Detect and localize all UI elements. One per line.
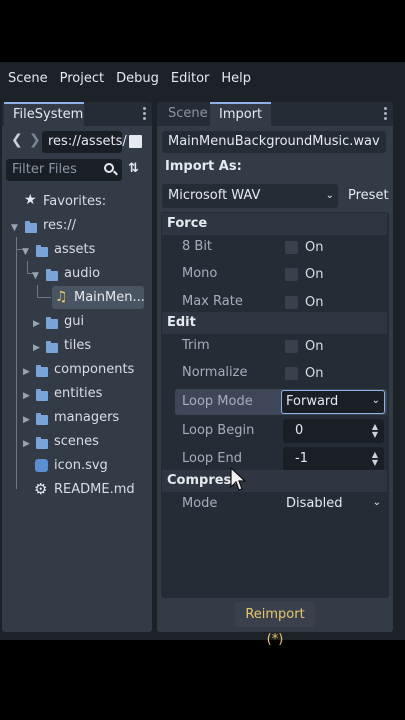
section-force[interactable]: Force [162,213,387,235]
tab-scene[interactable]: Scene [159,102,217,126]
tree-icon-file[interactable]: icon.svg [54,455,108,477]
prop-normalize-value: On [305,366,324,381]
root-expand-arrow[interactable]: ▼ [11,223,18,233]
menu-bar: Scene Project Debug Editor Help [0,68,259,90]
editor-window: Scene Project Debug Editor Help FileSyst… [0,62,405,647]
checkbox-8bit[interactable] [285,241,298,254]
chevron-down-icon: ⌄ [325,190,334,201]
loop-mode-select[interactable]: Forward ⌄ [281,390,385,414]
tree-guide [37,297,51,298]
tree-root[interactable]: res:// [43,215,76,237]
menu-editor[interactable]: Editor [167,68,213,90]
chevron-down-icon: ⌄ [371,395,380,406]
folder-icon [46,341,58,353]
tree-guide [27,261,28,273]
history-back-button[interactable]: ❮ [11,132,23,148]
tree-managers[interactable]: managers [54,407,119,429]
folder-icon [46,269,58,281]
prop-trim-label: Trim [182,338,210,353]
menu-project[interactable]: Project [56,68,108,90]
checkbox-mono[interactable] [285,268,298,281]
tree-selected-file[interactable]: MainMen... [74,287,145,309]
tree-readme-file[interactable]: README.md [54,479,135,501]
checkbox-maxrate[interactable] [285,296,298,309]
menu-scene[interactable]: Scene [0,68,52,90]
tree-guide [16,237,17,249]
scenes-expand-arrow[interactable]: ▶ [23,439,30,449]
loop-begin-spinbox[interactable]: 0 ▲ ▼ [283,419,384,443]
reimport-button[interactable]: Reimport (*) [235,602,315,647]
preset-button[interactable]: Preset [348,188,389,203]
menu-debug[interactable]: Debug [112,68,163,90]
filesystem-menu-icon[interactable] [143,107,147,122]
folder-icon [46,317,58,329]
gear-icon: ⚙ [34,480,48,498]
tree-audio[interactable]: audio [64,263,100,285]
loop-end-spinbox[interactable]: -1 ▲ ▼ [283,447,384,471]
import-filename: MainMenuBackgroundMusic.wav [162,131,386,153]
prop-8bit-label: 8 Bit [182,239,213,254]
tree-tiles[interactable]: tiles [64,335,91,357]
folder-icon [36,245,48,257]
tree-assets[interactable]: assets [54,239,95,261]
filter-placeholder: Filter Files [12,162,77,177]
folder-icon [25,221,37,233]
folder-icon [36,437,48,449]
prop-8bit-value: On [305,240,324,255]
tree-guide [16,237,17,489]
tree-gui[interactable]: gui [64,311,84,333]
import-menu-icon[interactable] [384,107,388,122]
prop-loopbegin-label: Loop Begin [182,423,255,438]
managers-expand-arrow[interactable]: ▶ [23,415,30,425]
tree-scenes[interactable]: scenes [54,431,99,453]
folder-icon [36,389,48,401]
checkbox-normalize[interactable] [285,367,298,380]
prop-mode-label: Mode [182,496,218,511]
loop-end-value: -1 [295,451,308,466]
star-icon: ★ [24,192,37,208]
tab-filesystem[interactable]: FileSystem [4,102,84,126]
folder-icon [36,413,48,425]
godot-icon [35,459,48,472]
components-expand-arrow[interactable]: ▶ [23,367,30,377]
spin-arrows-icon[interactable]: ▲ ▼ [372,423,378,439]
path-field[interactable]: res://assets/ [42,131,127,153]
section-edit[interactable]: Edit [162,312,387,334]
prop-maxrate-value: On [305,295,324,310]
toggle-split-icon[interactable] [129,135,142,148]
compress-mode-select[interactable]: Disabled ⌄ [283,493,385,515]
import-as-label: Import As: [165,159,242,174]
spin-arrows-icon[interactable]: ▲ ▼ [372,451,378,467]
section-compress[interactable]: Compress [162,470,387,492]
favorites-label: Favorites: [43,194,107,209]
gui-expand-arrow[interactable]: ▶ [33,319,40,329]
prop-mono-label: Mono [182,266,218,281]
loop-begin-value: 0 [295,423,304,438]
tree-guide [37,285,38,297]
checkbox-trim[interactable] [285,340,298,353]
prop-normalize-label: Normalize [182,365,248,380]
prop-trim-value: On [305,339,324,354]
audio-expand-arrow[interactable]: ▼ [32,271,39,281]
tree-entities[interactable]: entities [54,383,102,405]
tree-components[interactable]: components [54,359,134,381]
prop-loopmode-label: Loop Mode [182,394,253,409]
audio-file-icon: ♫ [55,289,68,305]
mouse-cursor-icon [230,466,247,491]
import-as-value: Microsoft WAV [168,188,261,203]
loop-mode-value: Forward [286,394,339,409]
tab-import[interactable]: Import [210,102,271,126]
history-forward-button[interactable]: ❯ [29,132,41,148]
entities-expand-arrow[interactable]: ▶ [23,391,30,401]
tiles-expand-arrow[interactable]: ▶ [33,343,40,353]
compress-mode-value: Disabled [286,496,343,511]
sort-icon[interactable]: ⇅ [128,161,139,176]
assets-expand-arrow[interactable]: ▼ [22,247,29,257]
chevron-down-icon: ⌄ [372,497,381,508]
folder-icon [36,365,48,377]
prop-mono-value: On [305,267,324,282]
prop-maxrate-label: Max Rate [182,294,243,309]
import-as-select[interactable]: Microsoft WAV ⌄ [162,184,338,208]
menu-help[interactable]: Help [217,68,255,90]
